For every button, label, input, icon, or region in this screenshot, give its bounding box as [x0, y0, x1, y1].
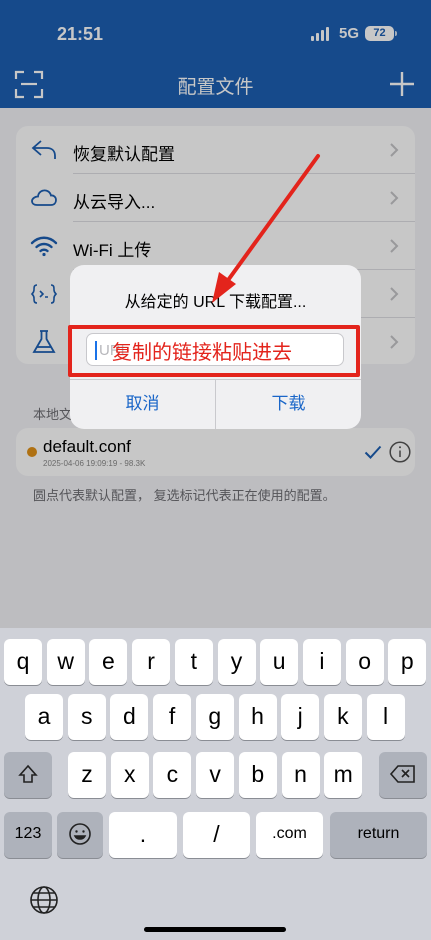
key-i[interactable]: i [302, 639, 341, 685]
key-f[interactable]: f [153, 694, 192, 740]
emoji-icon [69, 823, 91, 845]
numbers-key[interactable]: 123 [4, 812, 52, 858]
slash-key[interactable]: / [183, 812, 250, 858]
key-u[interactable]: u [260, 639, 299, 685]
key-a[interactable]: a [25, 694, 63, 740]
key-h[interactable]: h [238, 694, 277, 740]
key-e[interactable]: e [89, 639, 128, 685]
key-m[interactable]: m [324, 752, 363, 798]
key-y[interactable]: y [217, 639, 256, 685]
key-k[interactable]: k [323, 694, 362, 740]
key-o[interactable]: o [345, 639, 384, 685]
period-key[interactable]: . [109, 812, 177, 858]
key-c[interactable]: c [153, 752, 192, 798]
cancel-button[interactable]: 取消 [70, 379, 215, 429]
key-b[interactable]: b [238, 752, 277, 798]
key-l[interactable]: l [366, 694, 405, 740]
key-v[interactable]: v [196, 752, 235, 798]
delete-key[interactable] [379, 752, 427, 798]
backspace-icon [389, 765, 415, 783]
key-q[interactable]: q [4, 639, 42, 685]
key-g[interactable]: g [195, 694, 234, 740]
key-t[interactable]: t [174, 639, 213, 685]
annotation-text: 复制的链接粘贴进去 [112, 342, 292, 364]
key-x[interactable]: x [110, 752, 149, 798]
key-r[interactable]: r [132, 639, 171, 685]
globe-icon[interactable] [29, 885, 59, 915]
key-w[interactable]: w [46, 639, 85, 685]
key-p[interactable]: p [388, 639, 427, 685]
dialog-title: 从给定的 URL 下载配置... [124, 294, 307, 311]
key-j[interactable]: j [281, 694, 320, 740]
return-key[interactable]: return [330, 812, 427, 858]
key-n[interactable]: n [281, 752, 320, 798]
shift-icon [18, 764, 38, 783]
key-s[interactable]: s [67, 694, 106, 740]
shift-key[interactable] [4, 752, 52, 798]
key-d[interactable]: d [110, 694, 149, 740]
key-z[interactable]: z [68, 752, 106, 798]
download-button[interactable]: 下载 [216, 379, 361, 429]
home-indicator [144, 927, 286, 932]
dotcom-key[interactable]: .com [256, 812, 323, 858]
emoji-key[interactable] [57, 812, 103, 858]
